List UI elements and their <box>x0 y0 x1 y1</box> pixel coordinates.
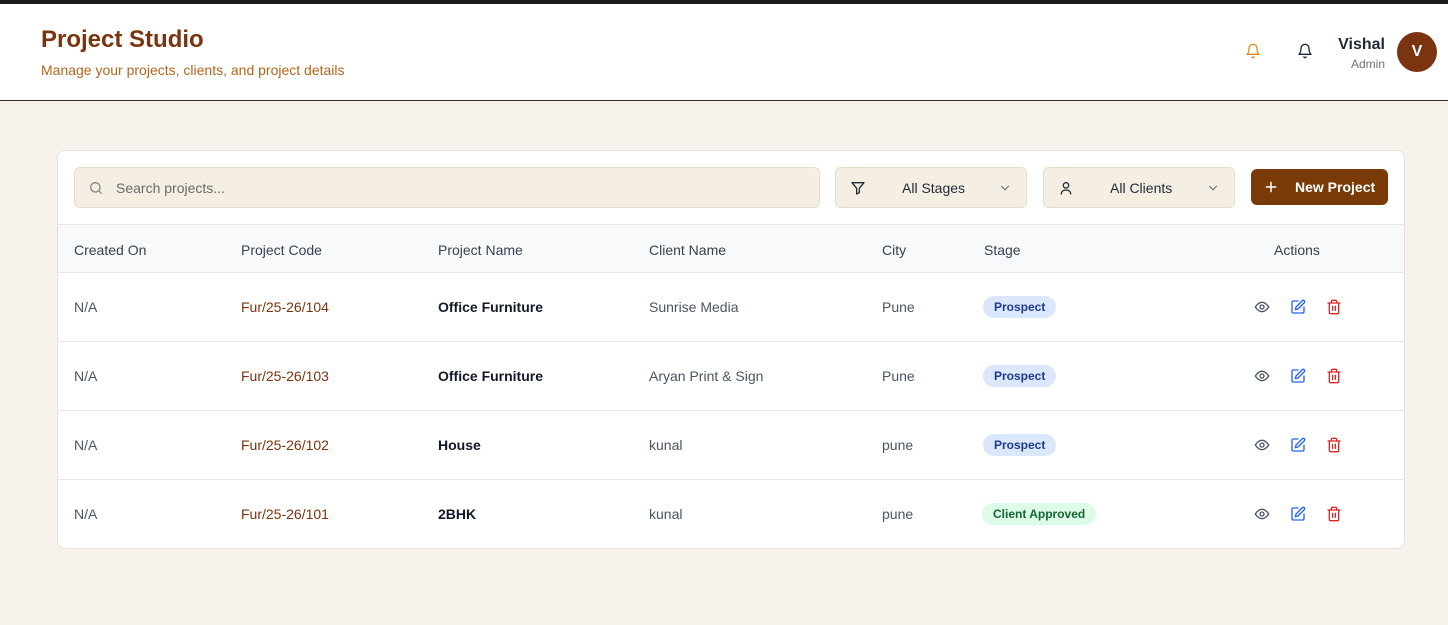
table-row[interactable]: N/A Fur/25-26/103 Office Furniture Aryan… <box>58 342 1404 411</box>
cell-client-name: Aryan Print & Sign <box>649 368 764 384</box>
user-icon <box>1058 180 1074 196</box>
stage-badge: Prospect <box>983 365 1057 387</box>
eye-icon[interactable] <box>1254 437 1272 455</box>
bell-orange-icon[interactable] <box>1245 43 1263 61</box>
app-title: Project Studio <box>41 26 204 53</box>
plus-icon <box>1264 180 1278 194</box>
eye-icon[interactable] <box>1254 506 1272 524</box>
cell-created-on: N/A <box>74 368 98 384</box>
stage-badge: Prospect <box>983 296 1057 318</box>
client-filter-select[interactable]: All Clients <box>1043 167 1235 208</box>
chevron-down-icon <box>1206 181 1220 195</box>
search-box <box>74 167 820 208</box>
trash-icon[interactable] <box>1326 437 1344 455</box>
edit-icon[interactable] <box>1290 437 1308 455</box>
column-header-project-name[interactable]: Project Name <box>438 242 523 258</box>
cell-project-name: House <box>438 437 481 453</box>
cell-created-on: N/A <box>74 299 98 315</box>
bell-icon[interactable] <box>1297 43 1315 61</box>
cell-city: pune <box>882 437 914 453</box>
column-header-created-on[interactable]: Created On <box>74 242 146 258</box>
new-project-button[interactable]: New Project <box>1251 169 1388 205</box>
avatar[interactable]: V <box>1397 32 1437 72</box>
client-filter-label: All Clients <box>1110 180 1173 196</box>
cell-client-name: Sunrise Media <box>649 299 739 315</box>
app-subtitle: Manage your projects, clients, and proje… <box>41 62 345 78</box>
edit-icon[interactable] <box>1290 368 1308 386</box>
eye-icon[interactable] <box>1254 299 1272 317</box>
column-header-client-name[interactable]: Client Name <box>649 242 726 258</box>
cell-created-on: N/A <box>74 506 98 522</box>
new-project-label: New Project <box>1295 179 1376 195</box>
projects-card: All Stages All Clients New Project Creat… <box>57 150 1405 549</box>
filter-icon <box>850 180 866 196</box>
table-header: Created On Project Code Project Name Cli… <box>58 224 1404 273</box>
user-name: Vishal <box>1338 36 1385 53</box>
app-header: Project Studio Manage your projects, cli… <box>0 4 1448 101</box>
stage-badge: Prospect <box>983 434 1057 456</box>
cell-project-name: 2BHK <box>438 506 477 522</box>
cell-project-name: Office Furniture <box>438 299 544 315</box>
edit-icon[interactable] <box>1290 299 1308 317</box>
cell-client-name: kunal <box>649 506 683 522</box>
cell-client-name: kunal <box>649 437 683 453</box>
cell-city: Pune <box>882 368 915 384</box>
user-role: Admin <box>1350 57 1385 71</box>
table-row[interactable]: N/A Fur/25-26/101 2BHK kunal pune Client… <box>58 480 1404 548</box>
table-row[interactable]: N/A Fur/25-26/102 House kunal pune Prosp… <box>58 411 1404 480</box>
column-header-project-code[interactable]: Project Code <box>241 242 322 258</box>
cell-project-code[interactable]: Fur/25-26/102 <box>241 437 329 453</box>
cell-city: Pune <box>882 299 915 315</box>
eye-icon[interactable] <box>1254 368 1272 386</box>
cell-project-name: Office Furniture <box>438 368 544 384</box>
chevron-down-icon <box>998 181 1012 195</box>
stage-filter-label: All Stages <box>902 180 966 196</box>
trash-icon[interactable] <box>1326 368 1344 386</box>
trash-icon[interactable] <box>1326 299 1344 317</box>
cell-project-code[interactable]: Fur/25-26/103 <box>241 368 329 384</box>
cell-project-code[interactable]: Fur/25-26/104 <box>241 299 329 315</box>
cell-created-on: N/A <box>74 437 98 453</box>
stage-badge: Client Approved <box>982 503 1097 525</box>
edit-icon[interactable] <box>1290 506 1308 524</box>
cell-project-code[interactable]: Fur/25-26/101 <box>241 506 329 522</box>
stage-filter-select[interactable]: All Stages <box>835 167 1027 208</box>
search-icon <box>88 180 104 196</box>
column-header-actions: Actions <box>1274 242 1320 258</box>
trash-icon[interactable] <box>1326 506 1344 524</box>
cell-city: pune <box>882 506 914 522</box>
column-header-stage[interactable]: Stage <box>984 242 1021 258</box>
column-header-city[interactable]: City <box>882 242 906 258</box>
table-row[interactable]: N/A Fur/25-26/104 Office Furniture Sunri… <box>58 273 1404 342</box>
search-input[interactable] <box>116 179 796 196</box>
